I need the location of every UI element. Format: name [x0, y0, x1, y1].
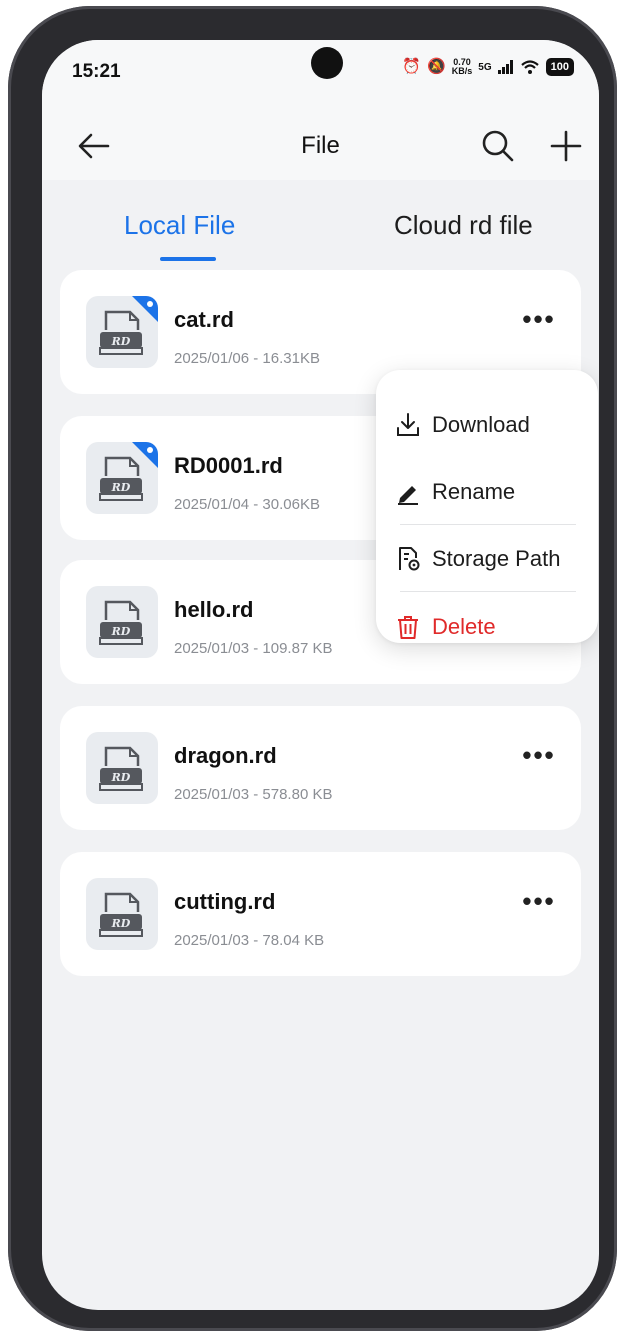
menu-label: Storage Path	[432, 546, 561, 571]
app-bar: File	[42, 110, 599, 180]
tag-badge-icon	[132, 442, 158, 468]
menu-item-download[interactable]: Download	[394, 400, 594, 450]
more-options-button[interactable]: •••	[516, 306, 562, 340]
status-bar: 15:21 ⏰ 🔕 0.70 KB/s 5G 100	[42, 40, 599, 110]
file-icon-label: RD	[111, 771, 131, 784]
storage-path-icon	[399, 547, 420, 571]
pencil-icon	[398, 486, 418, 505]
tab-cloud-rd-file[interactable]: Cloud rd file	[394, 210, 533, 241]
signal-type: 5G	[478, 61, 492, 73]
more-options-button[interactable]: •••	[516, 742, 562, 776]
front-camera	[311, 47, 343, 79]
rd-file-icon: RD	[86, 732, 158, 804]
menu-divider	[400, 524, 576, 525]
menu-label: Delete	[432, 614, 496, 639]
network-speed-unit: KB/s	[451, 66, 473, 76]
download-icon	[397, 413, 419, 436]
file-name: dragon.rd	[174, 743, 277, 768]
battery-indicator: 100	[545, 58, 574, 76]
file-meta: 2025/01/03 - 578.80 KB	[174, 786, 333, 803]
tag-badge-icon	[132, 296, 158, 322]
menu-label: Download	[432, 412, 530, 437]
menu-divider	[400, 591, 576, 592]
network-speed: 0.70 KB/s	[452, 58, 473, 76]
rd-file-icon: RD	[86, 296, 158, 368]
active-tab-indicator	[160, 257, 216, 261]
status-icons: ⏰ 🔕 0.70 KB/s 5G 100	[402, 58, 574, 76]
alarm-icon: ⏰	[402, 58, 422, 75]
file-meta: 2025/01/03 - 109.87 KB	[174, 640, 333, 657]
trash-icon	[398, 616, 418, 639]
search-icon[interactable]	[476, 124, 520, 168]
plus-icon[interactable]	[544, 124, 588, 168]
file-icon-label: RD	[111, 917, 131, 930]
file-meta: 2025/01/03 - 78.04 KB	[174, 932, 325, 949]
file-icon-label: RD	[111, 335, 131, 348]
file-icon-label: RD	[111, 625, 131, 638]
screen: 15:21 ⏰ 🔕 0.70 KB/s 5G 100 File Local Fi…	[42, 40, 599, 1310]
file-name: cutting.rd	[174, 889, 276, 914]
file-card[interactable]: RD dragon.rd 2025/01/03 - 578.80 KB •••	[60, 706, 581, 830]
menu-item-delete[interactable]: Delete	[394, 602, 594, 652]
file-name: cat.rd	[174, 307, 234, 332]
rd-file-icon: RD	[86, 442, 158, 514]
mute-icon: 🔕	[427, 58, 446, 75]
file-name: RD0001.rd	[174, 453, 283, 478]
menu-label: Rename	[432, 479, 516, 504]
file-meta: 2025/01/06 - 16.31KB	[174, 350, 320, 367]
tab-bar: Local File Cloud rd file	[42, 180, 599, 270]
rd-file-icon: RD	[86, 878, 158, 950]
more-options-button[interactable]: •••	[516, 888, 562, 922]
menu-item-storage-path[interactable]: Storage Path	[394, 534, 594, 584]
rd-file-icon: RD	[86, 586, 158, 658]
file-context-menu: Download Rename Storage Path Delete	[376, 370, 598, 643]
file-card[interactable]: RD cutting.rd 2025/01/03 - 78.04 KB •••	[60, 852, 581, 976]
file-name: hello.rd	[174, 597, 254, 622]
tab-local-file[interactable]: Local File	[124, 210, 235, 241]
file-meta: 2025/01/04 - 30.06KB	[174, 496, 320, 513]
status-time: 15:21	[72, 61, 121, 82]
signal-icon	[497, 60, 513, 74]
phone-frame: 15:21 ⏰ 🔕 0.70 KB/s 5G 100 File Local Fi…	[8, 6, 617, 1331]
file-icon-label: RD	[111, 481, 131, 494]
menu-item-rename[interactable]: Rename	[394, 467, 594, 517]
wifi-icon	[520, 60, 539, 74]
